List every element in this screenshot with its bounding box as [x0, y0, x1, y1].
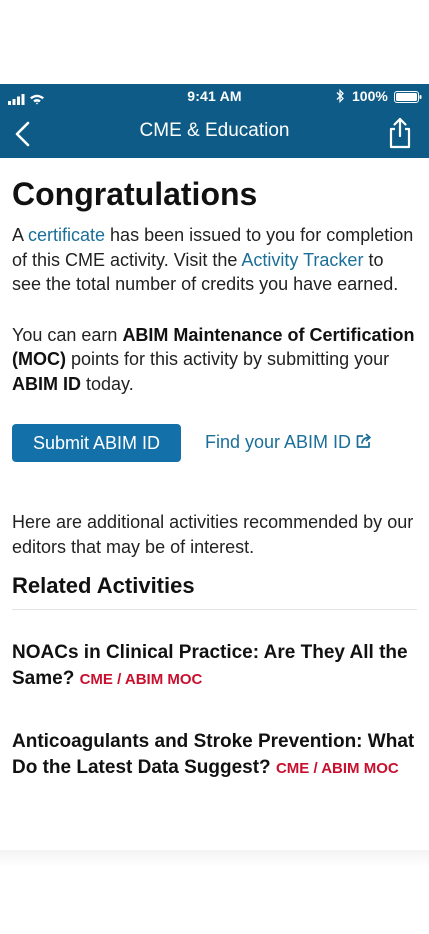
- related-activities-heading: Related Activities: [12, 573, 195, 598]
- moc-message: You can earn ABIM Maintenance of Certifi…: [12, 323, 417, 397]
- status-bar: 9:41 AM 100%: [0, 84, 429, 108]
- moc-text-1: You can earn: [12, 324, 123, 345]
- find-abim-id-label: Find your ABIM ID: [205, 432, 352, 452]
- submit-abim-id-button[interactable]: Submit ABIM ID: [12, 424, 181, 462]
- bluetooth-icon: [336, 89, 344, 103]
- main-content: Congratulations A certificate has been i…: [12, 158, 417, 782]
- activity-tracker-link[interactable]: Activity Tracker: [241, 250, 363, 270]
- intro-text-1: A: [12, 225, 29, 245]
- app-header: 9:41 AM 100% CME & Education: [0, 84, 429, 158]
- recommendation-text: Here are additional activities recommend…: [12, 512, 414, 557]
- certificate-message: A certificate has been issued to you for…: [12, 223, 417, 297]
- page-title: CME & Education: [139, 120, 290, 141]
- abim-actions: Submit ABIM ID Find your ABIM ID: [12, 424, 417, 464]
- bottom-tab-area: [0, 850, 429, 934]
- activity-credit-tag: CME / ABIM MOC: [79, 671, 203, 688]
- activity-credit-tag: CME / ABIM MOC: [275, 760, 399, 777]
- navigation-bar: CME & Education: [0, 108, 429, 158]
- battery-percent: 100%: [352, 88, 388, 104]
- moc-bold-2: ABIM ID: [12, 373, 81, 394]
- find-abim-id-link[interactable]: Find your ABIM ID: [205, 432, 373, 453]
- related-activity-item[interactable]: NOACs in Clinical Practice: Are They All…: [12, 640, 417, 693]
- battery-icon: [394, 91, 422, 103]
- moc-text-2: points for this activity by submitting y…: [65, 349, 390, 369]
- chevron-left-icon[interactable]: [12, 120, 34, 148]
- moc-text-3: today.: [81, 373, 134, 394]
- activity-title: NOACs in Clinical Practice: Are They All…: [12, 642, 408, 689]
- divider: [12, 609, 417, 610]
- external-link-icon: [356, 433, 371, 448]
- share-icon[interactable]: [385, 116, 415, 150]
- related-activity-item[interactable]: Anticoagulants and Stroke Prevention: Wh…: [12, 729, 417, 782]
- congratulations-heading: Congratulations: [12, 176, 258, 212]
- certificate-link[interactable]: certificate: [28, 225, 105, 245]
